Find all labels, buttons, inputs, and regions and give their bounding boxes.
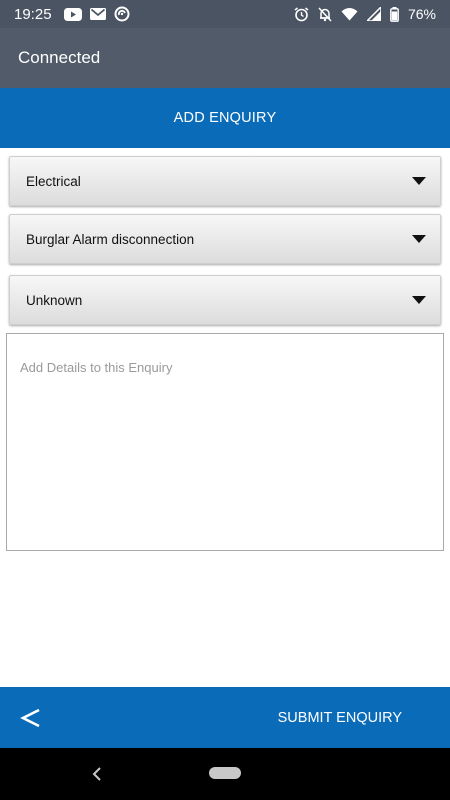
category-dropdown[interactable]: Electrical [9, 156, 441, 206]
submit-enquiry-label: SUBMIT ENQUIRY [277, 709, 402, 726]
page-header: ADD ENQUIRY [0, 88, 450, 148]
bottom-bar: SUBMIT ENQUIRY [0, 687, 450, 748]
signal-icon [366, 7, 381, 21]
gmail-icon [89, 8, 106, 20]
status-bar: 19:25 76% [0, 0, 450, 28]
alarm-icon [294, 6, 309, 22]
nav-back-icon[interactable] [90, 765, 104, 783]
app-bar-title: Connected [18, 48, 101, 67]
back-arrow-icon [20, 708, 40, 728]
page-title: ADD ENQUIRY [173, 110, 277, 126]
status-dropdown[interactable]: Unknown [9, 275, 441, 325]
wifi-icon [341, 7, 358, 21]
back-button[interactable] [14, 701, 48, 735]
youtube-icon [63, 7, 82, 21]
battery-icon [390, 6, 399, 22]
status-left-icons [63, 6, 130, 22]
dropdown-arrow-icon [412, 177, 426, 185]
dropdown-arrow-icon [412, 235, 426, 243]
details-placeholder: Add Details to this Enquiry [20, 360, 173, 375]
home-pill[interactable] [209, 767, 241, 779]
status-right-icons: 76% [294, 6, 436, 22]
subcategory-dropdown[interactable]: Burglar Alarm disconnection [9, 214, 441, 264]
screen: 19:25 76% Connected ADD ENQUIRY Electric… [0, 0, 450, 800]
subcategory-dropdown-value: Burglar Alarm disconnection [26, 231, 195, 247]
app-bar: Connected [0, 28, 450, 88]
details-textarea[interactable]: Add Details to this Enquiry [6, 333, 444, 551]
category-dropdown-value: Electrical [26, 173, 81, 189]
status-dropdown-value: Unknown [26, 292, 83, 308]
sync-icon [114, 6, 130, 22]
system-nav-bar [0, 748, 450, 800]
battery-percent: 76% [407, 6, 436, 22]
status-time: 19:25 [14, 5, 52, 23]
notifications-off-icon [318, 6, 332, 22]
dropdown-arrow-icon [412, 296, 426, 304]
submit-enquiry-button[interactable]: SUBMIT ENQUIRY [278, 687, 402, 748]
